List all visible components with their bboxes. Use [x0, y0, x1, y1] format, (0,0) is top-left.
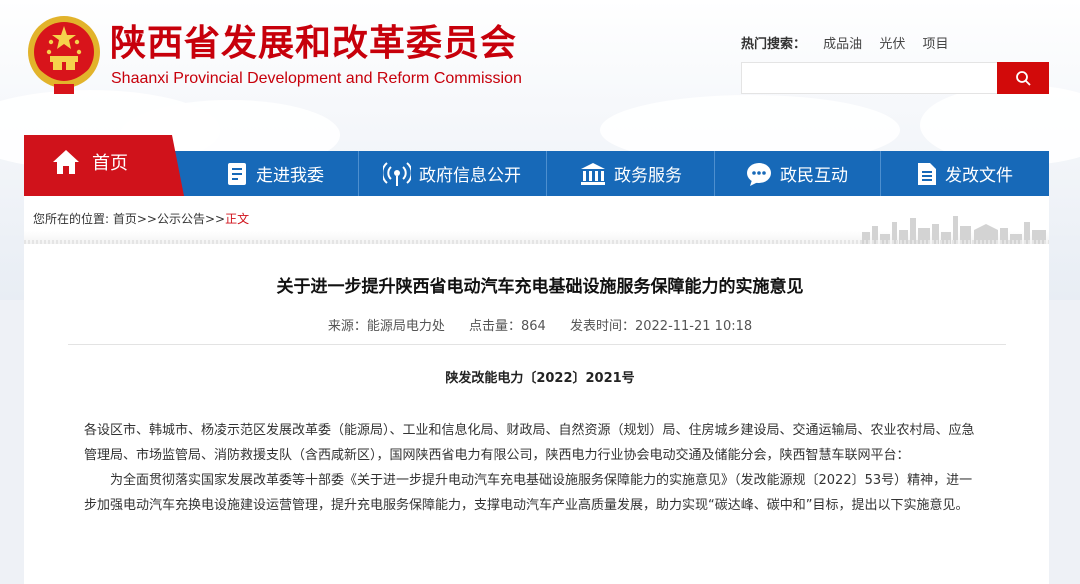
nav-item-about[interactable]: 走进我委 [226, 151, 324, 196]
nav-divider [880, 151, 881, 196]
search-button[interactable] [997, 62, 1049, 94]
nav-item-gov-info[interactable]: 政府信息公开 [383, 151, 521, 196]
article-source: 来源：能源局电力处 [327, 319, 445, 334]
broadcast-icon [383, 161, 411, 186]
nav-item-documents[interactable]: 发改文件 [917, 151, 1013, 196]
article-title: 关于进一步提升陕西省电动汽车充电基础设施服务保障能力的实施意见 [276, 277, 804, 297]
article-paragraph: 各设区市、韩城市、杨凌示范区发展改革委（能源局）、工业和信息化局、财政局、自然资… [84, 423, 975, 463]
nav-item-label: 政民互动 [780, 166, 848, 186]
article-body: 各设区市、韩城市、杨凌示范区发展改革委（能源局）、工业和信息化局、财政局、自然资… [84, 418, 984, 518]
site-title-english: Shaanxi Provincial Development and Refor… [111, 70, 522, 87]
breadcrumb-current: 正文 [225, 212, 250, 226]
document-number: 陕发改能电力〔2022〕2021号 [445, 371, 635, 386]
search-icon [1016, 71, 1031, 86]
site-title: 陕西省发展和改革委员会 [110, 23, 518, 64]
article-date: 发表时间：2022-11-21 10:18 [569, 319, 753, 334]
nav-home-label: 首页 [92, 153, 128, 174]
hot-search: 热门搜索： 成品油 光伏 项目 [741, 33, 948, 52]
search-input[interactable] [741, 62, 997, 94]
article-clicks: 点击量：864 [469, 319, 546, 334]
article-paragraph: 为全面贯彻落实国家发展改革委等十部委《关于进一步提升电动汽车充电基础设施服务保障… [84, 473, 973, 513]
nav-item-label: 发改文件 [945, 166, 1013, 186]
document-user-icon [228, 162, 246, 185]
nav-home[interactable]: 首页 [24, 135, 184, 196]
hot-search-label: 热门搜索： [741, 37, 807, 52]
breadcrumb: 您所在的位置: 首页>>公示公告>>正文 [33, 210, 249, 227]
nav-item-label: 政务服务 [614, 166, 682, 186]
article-meta: 来源：能源局电力处 点击量：864 发表时间：2022-11-21 10:18 [0, 315, 1080, 334]
document-icon [918, 162, 936, 185]
hot-keyword[interactable]: 光伏 [879, 37, 905, 52]
breadcrumb-link[interactable]: 公示公告>> [157, 212, 225, 226]
nav-divider [714, 151, 715, 196]
nav-item-label: 走进我委 [256, 166, 324, 186]
breadcrumb-link[interactable]: 首页>> [113, 212, 157, 226]
breadcrumb-prefix: 您所在的位置: [33, 212, 110, 226]
nav-divider [358, 151, 359, 196]
hot-keyword[interactable]: 项目 [922, 37, 948, 52]
nav-item-label: 政府信息公开 [419, 166, 521, 186]
nav-item-services[interactable]: 政务服务 [580, 151, 682, 196]
main-nav: 首页 走进我委 政府信息公开 政务服务 政民互动 发改文件 [24, 135, 1049, 196]
nav-divider [546, 151, 547, 196]
title-divider [68, 344, 1006, 345]
chat-bubble-icon [747, 162, 771, 186]
government-building-icon [581, 162, 605, 185]
home-icon [53, 150, 79, 174]
hot-keyword[interactable]: 成品油 [823, 37, 862, 52]
national-emblem-icon [24, 12, 104, 98]
nav-item-interaction[interactable]: 政民互动 [746, 151, 848, 196]
